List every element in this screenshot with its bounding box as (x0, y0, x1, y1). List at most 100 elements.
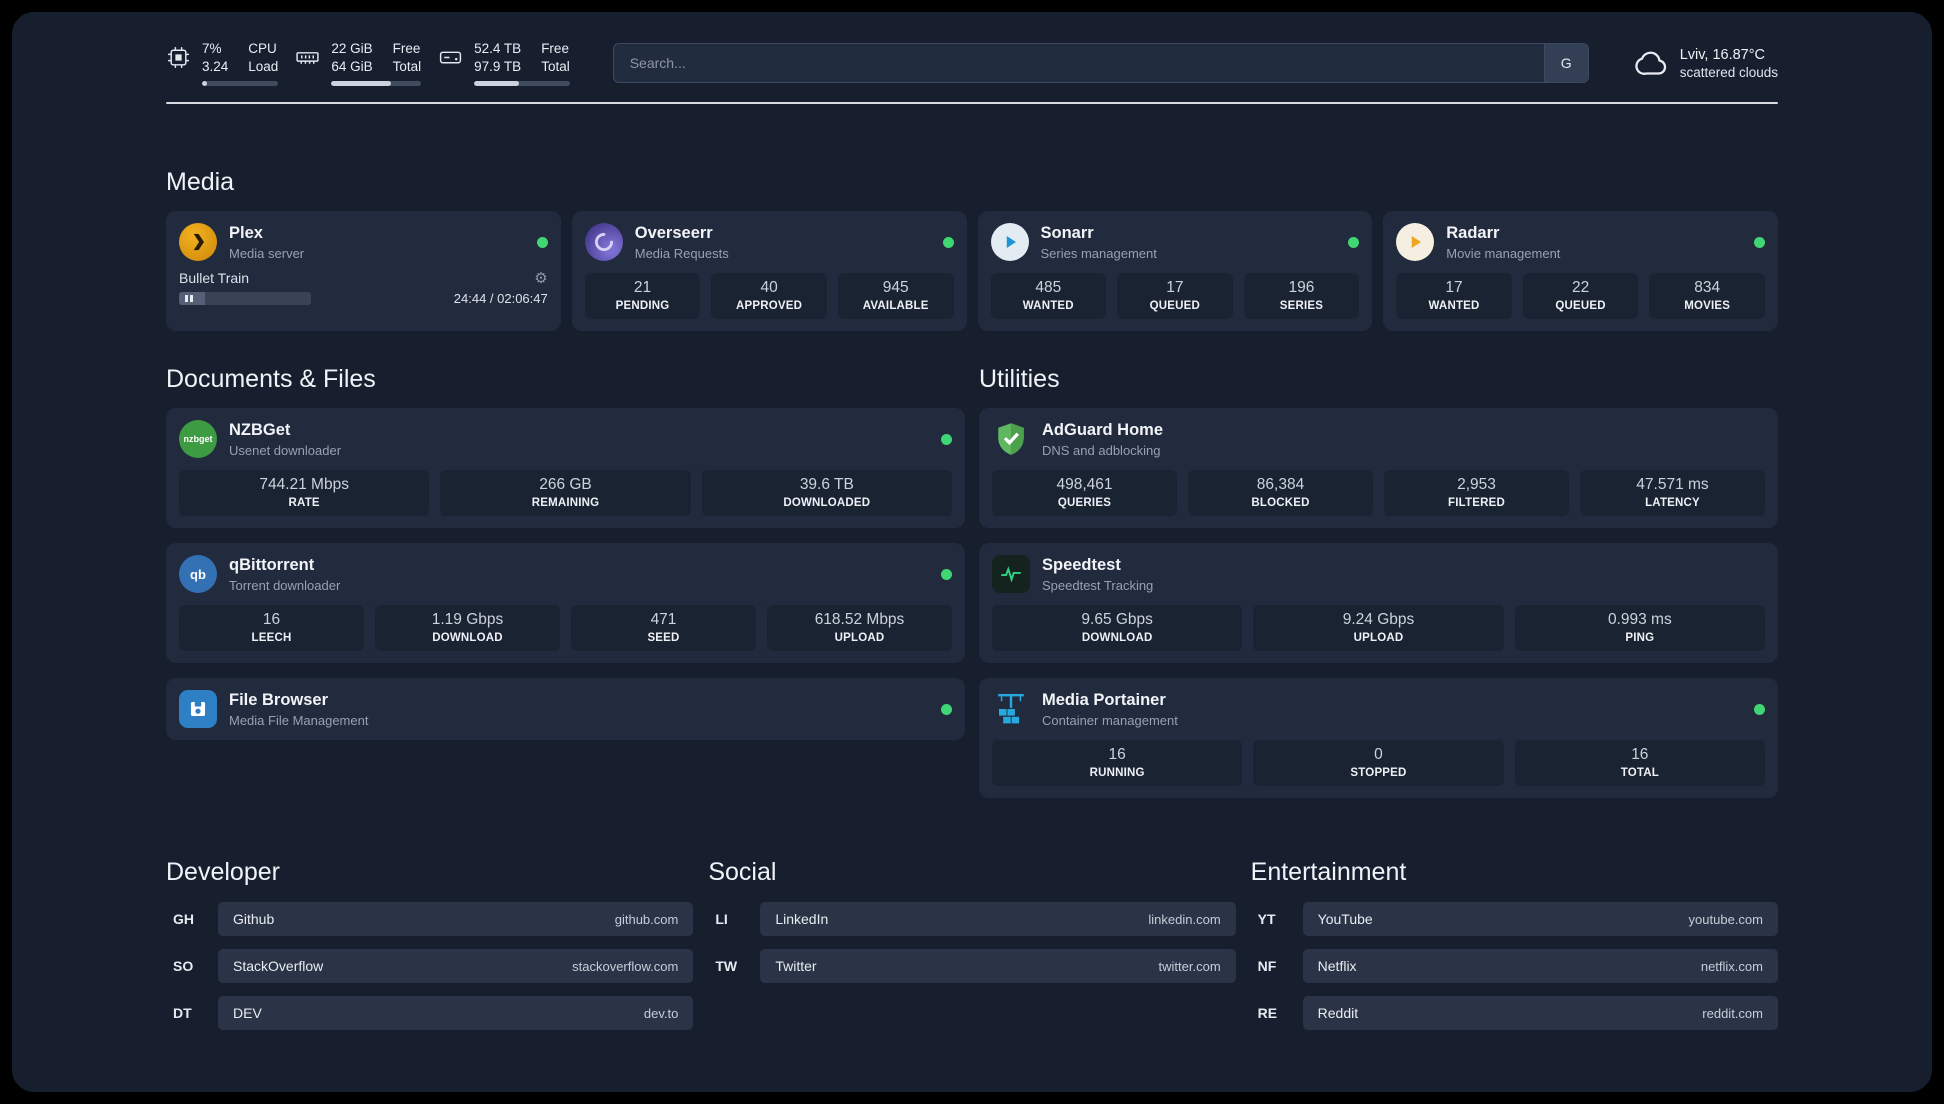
bookmark-reddit[interactable]: RE Reddit reddit.com (1251, 996, 1778, 1031)
search-engine-button[interactable]: G (1543, 44, 1588, 83)
stat-tile: 47.571 ms LATENCY (1580, 470, 1765, 517)
gear-icon[interactable]: ⚙ (534, 271, 547, 286)
service-name: Speedtest (1042, 556, 1121, 575)
search-bar: G (612, 43, 1589, 84)
now-playing-row: Bullet Train ⚙ (179, 270, 548, 286)
bookmark-url: netflix.com (1700, 958, 1763, 974)
cpu-readout: 7% 3.24 CPU Load (202, 40, 279, 87)
playback-progress-bar[interactable] (179, 292, 311, 306)
status-dot (942, 236, 954, 248)
status-dot (941, 433, 952, 445)
status-dot (941, 568, 952, 580)
section-title-documents: Documents & Files (166, 365, 376, 394)
bookmark-abbr: LI (715, 911, 728, 928)
stat-tile: 16 LEECH (179, 605, 364, 652)
filebrowser-icon (179, 690, 217, 729)
service-card-sonarr[interactable]: Sonarr Series management 485 WANTED 17 Q… (977, 211, 1373, 332)
nzbget-icon: nzbget (179, 420, 217, 459)
stat-label: RATE (288, 497, 320, 510)
stat-value: 196 (1288, 279, 1315, 297)
service-description: Media server (229, 245, 305, 261)
service-card-plex[interactable]: Plex Media server Bullet Train ⚙ 24:44 /… (166, 211, 561, 332)
service-card-adguard[interactable]: AdGuard Home DNS and adblocking 498,461 … (979, 408, 1778, 529)
stat-value: 16 (1108, 746, 1126, 764)
service-card-portainer[interactable]: Media Portainer Container management 16 … (979, 678, 1778, 799)
search-input[interactable] (613, 44, 1544, 83)
section-title-media: Media (166, 168, 235, 197)
stat-row: 21 PENDING 40 APPROVED 945 AVAILABLE (584, 273, 954, 320)
memory-total-value: 64 GiB (331, 59, 373, 75)
stat-value: 834 (1694, 279, 1721, 297)
stat-value: 17 (1166, 279, 1184, 297)
disk-total-value: 97.9 TB (474, 59, 522, 75)
service-name: AdGuard Home (1042, 421, 1164, 440)
service-card-overseerr[interactable]: Overseerr Media Requests 21 PENDING 40 A… (571, 211, 967, 332)
stat-value: 17 (1445, 279, 1463, 297)
bookmark-netflix[interactable]: NF Netflix netflix.com (1251, 949, 1778, 984)
bookmark-youtube[interactable]: YT YouTube youtube.com (1251, 902, 1778, 937)
stat-label: QUERIES (1057, 497, 1112, 510)
service-name: Radarr (1446, 224, 1500, 243)
service-name: Sonarr (1040, 224, 1094, 243)
service-card-speedtest[interactable]: Speedtest Speedtest Tracking 9.65 Gbps D… (979, 543, 1778, 664)
stat-label: WANTED (1022, 300, 1074, 313)
bookmark-abbr: TW (715, 958, 738, 975)
stat-value: 498,461 (1056, 476, 1113, 494)
bookmark-name: DEV (233, 1005, 262, 1022)
bookmark-dev[interactable]: DT DEV dev.to (166, 996, 694, 1031)
bookmark-stackoverflow[interactable]: SO StackOverflow stackoverflow.com (166, 949, 694, 984)
service-name: File Browser (229, 691, 329, 710)
memory-readout: 22 GiB 64 GiB Free Total (331, 40, 422, 87)
weather-condition: scattered clouds (1679, 64, 1778, 80)
service-header: Radarr Movie management (1396, 223, 1765, 262)
status-dot (536, 236, 548, 248)
service-card-qbittorrent[interactable]: qb qBittorrent Torrent downloader 16 LEE… (166, 543, 965, 664)
bookmark-name: YouTube (1317, 911, 1373, 928)
stat-value: 16 (262, 611, 281, 629)
bookmark-bar: YouTube youtube.com (1302, 902, 1778, 937)
bookmark-github[interactable]: GH Github github.com (166, 902, 694, 937)
stat-tile: 196 SERIES (1243, 273, 1360, 320)
bookmark-name: Github (233, 911, 275, 928)
stat-label: DOWNLOAD (432, 632, 503, 645)
memory-meter-fill (331, 81, 391, 87)
stat-value: 86,384 (1256, 476, 1305, 494)
cpu-load-label: Load (248, 59, 279, 75)
bookmark-linkedin[interactable]: LI LinkedIn linkedin.com (708, 902, 1236, 937)
stat-value: 9.24 Gbps (1342, 611, 1415, 629)
stat-label: RUNNING (1089, 767, 1145, 780)
stat-value: 40 (760, 279, 778, 297)
bookmark-url: reddit.com (1702, 1005, 1763, 1021)
stat-row: 485 WANTED 17 QUEUED 196 SERIES (990, 273, 1360, 320)
stat-label: PENDING (615, 300, 670, 313)
service-header: nzbget NZBGet Usenet downloader (179, 420, 952, 459)
stat-value: 618.52 Mbps (814, 611, 905, 629)
bookmark-abbr: YT (1257, 911, 1276, 928)
section-utilities: Utilities AdGuard Home DNS and adblockin… (979, 365, 1778, 799)
bookmark-abbr: DT (173, 1005, 192, 1022)
stat-label: UPLOAD (1353, 632, 1404, 645)
portainer-icon (992, 690, 1030, 728)
stat-row: 9.65 Gbps DOWNLOAD 9.24 Gbps UPLOAD 0.99… (992, 605, 1765, 652)
service-card-radarr[interactable]: Radarr Movie management 17 WANTED 22 QUE… (1383, 211, 1778, 332)
documents-stack: nzbget NZBGet Usenet downloader 744.21 M… (166, 408, 965, 741)
stat-value: 2,953 (1457, 476, 1496, 494)
weather-location: Lviv, 16.87°C (1679, 46, 1766, 63)
bookmark-twitter[interactable]: TW Twitter twitter.com (708, 949, 1236, 984)
service-header: File Browser Media File Management (179, 690, 952, 729)
qbittorrent-icon-text: qb (190, 566, 206, 582)
pause-icon[interactable] (185, 295, 193, 303)
disk-meter (474, 81, 570, 87)
disk-total-label: Total (541, 59, 570, 75)
stat-value: 1.19 Gbps (431, 611, 504, 629)
plex-icon (179, 223, 217, 262)
service-card-filebrowser[interactable]: File Browser Media File Management (166, 678, 965, 741)
bookmark-bar: LinkedIn linkedin.com (760, 902, 1236, 937)
bookmark-bar: Reddit reddit.com (1302, 996, 1778, 1031)
stat-label: DOWNLOADED (783, 497, 871, 510)
cpu-icon (168, 47, 189, 68)
disk-meter-fill (474, 81, 520, 87)
service-card-nzbget[interactable]: nzbget NZBGet Usenet downloader 744.21 M… (166, 408, 965, 529)
stat-value: 266 GB (539, 476, 592, 494)
media-grid: Plex Media server Bullet Train ⚙ 24:44 /… (166, 211, 1778, 332)
